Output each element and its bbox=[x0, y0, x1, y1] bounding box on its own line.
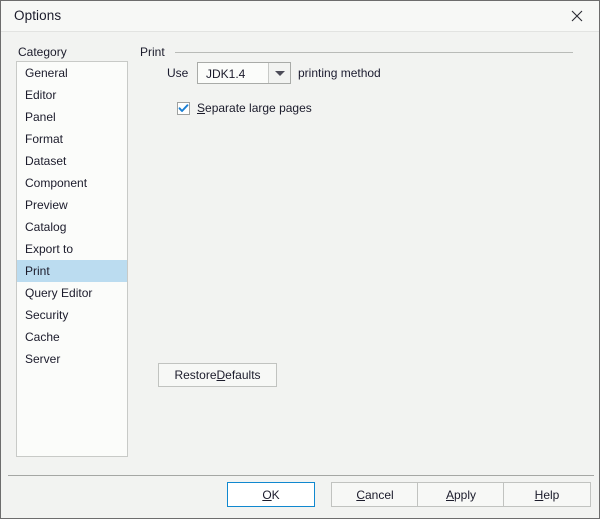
ok-button[interactable]: OK bbox=[227, 482, 315, 507]
sidebar-item-label: Dataset bbox=[25, 154, 67, 168]
restore-defaults-button[interactable]: Restore Defaults bbox=[158, 363, 277, 387]
sidebar-item-format[interactable]: Format bbox=[17, 128, 127, 150]
window-title: Options bbox=[14, 8, 62, 23]
btn-post: K bbox=[271, 487, 280, 502]
checkbox-box bbox=[177, 101, 190, 115]
footer-button-bar: O K Cancel Apply Help bbox=[1, 482, 599, 512]
sidebar-item-label: Format bbox=[25, 132, 64, 146]
sidebar-item-label: General bbox=[25, 66, 68, 80]
sidebar-item-preview[interactable]: Preview bbox=[17, 194, 127, 216]
btn-mnemonic: H bbox=[534, 487, 544, 502]
restore-mnemonic: D bbox=[216, 368, 226, 382]
chevron-down-icon[interactable] bbox=[268, 63, 290, 83]
help-button[interactable]: Help bbox=[503, 482, 591, 507]
close-button[interactable] bbox=[554, 1, 599, 31]
sidebar-item-panel[interactable]: Panel bbox=[17, 106, 127, 128]
btn-mnemonic: A bbox=[445, 487, 454, 502]
restore-pre: Restore bbox=[174, 368, 217, 382]
btn-mnemonic: C bbox=[356, 487, 365, 502]
sidebar-item-label: Security bbox=[25, 308, 69, 322]
sidebar-item-export-to[interactable]: Export to bbox=[17, 238, 127, 260]
sidebar-item-label: Query Editor bbox=[25, 286, 93, 300]
separate-label-rest: eparate large pages bbox=[205, 101, 312, 115]
sidebar-item-dataset[interactable]: Dataset bbox=[17, 150, 127, 172]
btn-post: ancel bbox=[364, 487, 394, 502]
group-title-print: Print bbox=[140, 45, 170, 59]
separate-mnemonic: S bbox=[197, 101, 206, 115]
apply-button[interactable]: Apply bbox=[417, 482, 505, 507]
sidebar-item-general[interactable]: General bbox=[17, 62, 127, 84]
sidebar-item-label: Panel bbox=[25, 110, 56, 124]
category-list[interactable]: General Editor Panel Format Dataset Component… bbox=[16, 61, 128, 457]
sidebar-item-print[interactable]: Print bbox=[17, 260, 127, 282]
sidebar-item-component[interactable]: Component bbox=[17, 172, 127, 194]
method-suffix-post: method bbox=[337, 66, 381, 80]
sidebar-item-label: Cache bbox=[25, 330, 60, 344]
sidebar-item-query-editor[interactable]: Query Editor bbox=[17, 282, 127, 304]
category-label: Category bbox=[18, 45, 67, 59]
sidebar-item-label: Component bbox=[25, 176, 88, 190]
footer-separator bbox=[8, 475, 594, 476]
cancel-button[interactable]: Cancel bbox=[331, 482, 419, 507]
separate-large-pages-checkbox[interactable]: Separate large pages bbox=[177, 101, 312, 115]
btn-post: elp bbox=[543, 487, 560, 502]
sidebar-item-label: Editor bbox=[25, 88, 57, 102]
sidebar-item-catalog[interactable]: Catalog bbox=[17, 216, 127, 238]
use-label: Use bbox=[167, 66, 189, 80]
sidebar-item-label: Catalog bbox=[25, 220, 67, 234]
sidebar-item-editor[interactable]: Editor bbox=[17, 84, 127, 106]
options-dialog: Options Category General Editor Panel Forma… bbox=[0, 0, 600, 519]
separate-large-pages-label: Separate large pages bbox=[197, 101, 312, 115]
btn-mnemonic: O bbox=[262, 487, 272, 502]
sidebar-item-label: Export to bbox=[25, 242, 74, 256]
title-bar: Options bbox=[1, 1, 599, 32]
printing-method-select[interactable]: JDK1.4 bbox=[197, 62, 291, 84]
printing-method-value: JDK1.4 bbox=[206, 67, 246, 81]
restore-post: efaults bbox=[225, 368, 261, 382]
sidebar-item-label: Preview bbox=[25, 198, 68, 212]
btn-post: pply bbox=[454, 487, 477, 502]
sidebar-item-cache[interactable]: Cache bbox=[17, 326, 127, 348]
close-icon bbox=[571, 10, 583, 22]
group-separator-line bbox=[175, 52, 573, 53]
sidebar-item-security[interactable]: Security bbox=[17, 304, 127, 326]
method-suffix-pre: printin bbox=[298, 66, 331, 80]
sidebar-item-label: Print bbox=[25, 264, 50, 278]
printing-method-suffix-label: printing method bbox=[298, 66, 381, 80]
sidebar-item-server[interactable]: Server bbox=[17, 348, 127, 370]
sidebar-item-label: Server bbox=[25, 352, 61, 366]
